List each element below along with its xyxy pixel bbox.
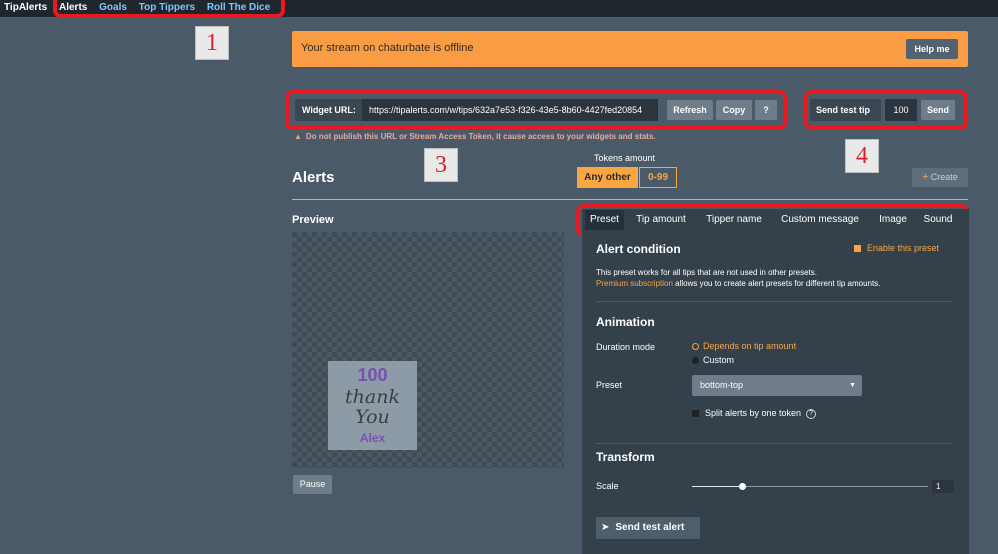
help-icon[interactable]: ? (806, 408, 817, 419)
alert-thanks-text: thank You (328, 387, 417, 427)
send-test-alert-button[interactable]: ➤ Send test alert (596, 517, 700, 539)
split-alerts-label: Split alerts by one token (705, 408, 802, 418)
enable-preset-label: Enable this preset (867, 243, 940, 253)
transform-title: Transform (596, 450, 655, 464)
marker-4: 4 (845, 139, 879, 173)
help-me-button[interactable]: Help me (906, 39, 958, 59)
pause-button[interactable]: Pause (293, 475, 332, 494)
question-icon[interactable]: ? (755, 100, 777, 120)
tab-sound[interactable]: Sound (918, 210, 958, 230)
split-alerts-checkbox[interactable]: Split alerts by one token? (692, 408, 817, 419)
marker-1: 1 (195, 26, 229, 60)
send-test-tip-label: Send test tip (810, 99, 881, 121)
send-icon: ➤ (601, 522, 610, 533)
duration-mode-label: Duration mode (596, 342, 656, 352)
tokens-any-other-button[interactable]: Any other (577, 167, 638, 188)
tab-image[interactable]: Image (872, 210, 914, 230)
offline-banner: Your stream on chaturbate is offline Hel… (292, 31, 968, 67)
page-title: Alerts (292, 169, 335, 186)
premium-note-text: allows you to create alert presets for d… (672, 279, 881, 288)
checkbox-icon (692, 410, 699, 418)
preview-title: Preview (292, 214, 334, 226)
warning-text: Do not publish this URL or Stream Access… (305, 132, 656, 141)
send-tip-button[interactable]: Send (921, 100, 955, 120)
alert-thanks-line2: You (355, 406, 390, 428)
alert-thanks-line1: thank (345, 386, 400, 408)
preset-select-value: bottom-top (700, 380, 744, 390)
preset-label: Preset (596, 380, 623, 390)
premium-subscription-link[interactable]: Premium subscription (596, 279, 673, 288)
widget-url-field[interactable]: https://tipalerts.com/w/tips/632a7e53-f3… (362, 99, 658, 121)
warning-icon: ▲ (294, 132, 302, 141)
tab-preset[interactable]: Preset (585, 210, 624, 230)
radio-depends-on-tip[interactable]: Depends on tip amount (692, 341, 796, 351)
radio-custom-label: Custom (703, 355, 735, 365)
radio-depends-label: Depends on tip amount (703, 341, 797, 351)
animation-title: Animation (596, 315, 655, 329)
section-divider (292, 199, 968, 200)
checkbox-icon (854, 245, 861, 253)
chevron-down-icon: ▼ (849, 382, 856, 389)
plus-icon: + (922, 171, 929, 183)
preview-canvas: 100 thank You Alex (292, 232, 564, 468)
offline-message: Your stream on chaturbate is offline (301, 42, 474, 54)
radio-selected-icon (692, 343, 699, 351)
scale-slider[interactable] (692, 483, 928, 490)
enable-preset-checkbox[interactable]: Enable this preset (854, 243, 939, 253)
alert-tipper-name: Alex (359, 431, 386, 445)
tab-tipper-name[interactable]: Tipper name (698, 210, 770, 230)
marker-3: 3 (424, 148, 458, 182)
scale-value-input[interactable]: 1 (932, 480, 954, 493)
create-label: Create (930, 172, 958, 182)
divider (596, 443, 952, 444)
tokens-range-button[interactable]: 0-99 (639, 167, 677, 188)
create-button[interactable]: + Create (912, 168, 968, 187)
alert-condition-title: Alert condition (596, 242, 681, 256)
preset-select[interactable]: bottom-top ▼ (692, 375, 862, 396)
tab-custom-message[interactable]: Custom message (774, 210, 866, 230)
send-test-alert-label: Send test alert (615, 522, 685, 533)
alert-preview-image: 100 thank You Alex (328, 361, 417, 450)
tokens-amount-label: Tokens amount (594, 153, 656, 163)
highlight-nav (53, 0, 285, 18)
scale-slider-fill (692, 486, 742, 487)
tab-tip-amount[interactable]: Tip amount (628, 210, 694, 230)
radio-unselected-icon (692, 357, 699, 365)
scale-label: Scale (596, 481, 619, 491)
divider (596, 301, 952, 302)
widget-url-label: Widget URL: (295, 99, 362, 121)
copy-button[interactable]: Copy (716, 100, 752, 120)
condition-description: This preset works for all tips that are … (596, 268, 817, 277)
test-tip-amount-input[interactable]: 100 (885, 99, 917, 121)
security-warning: ▲ Do not publish this URL or Stream Acces… (294, 132, 656, 141)
alert-amount: 100 (357, 365, 388, 385)
scale-slider-handle[interactable] (738, 483, 746, 490)
premium-note: Premium subscription allows you to creat… (596, 279, 880, 288)
refresh-button[interactable]: Refresh (667, 100, 713, 120)
radio-custom[interactable]: Custom (692, 355, 734, 365)
brand-logo[interactable]: TipAlerts (4, 2, 47, 13)
